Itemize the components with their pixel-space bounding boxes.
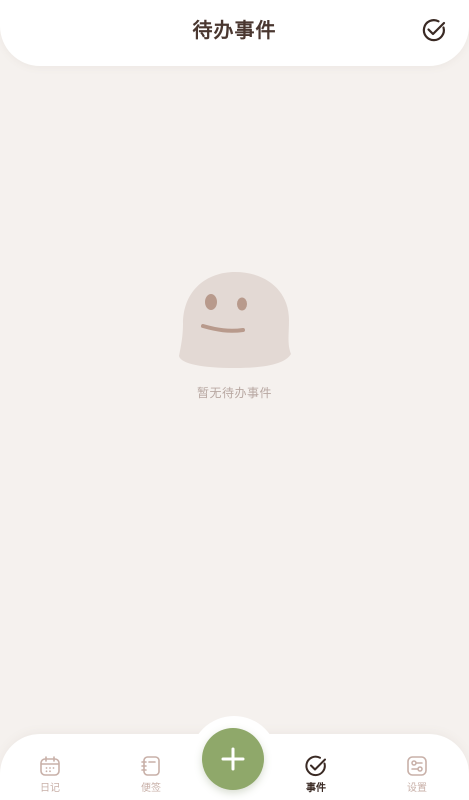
calendar-icon xyxy=(40,756,60,776)
tab-diary[interactable]: 日记 xyxy=(20,754,80,794)
tab-notes[interactable]: 便签 xyxy=(121,754,181,794)
plus-icon xyxy=(221,747,245,771)
tab-settings-label: 设置 xyxy=(407,783,427,794)
empty-state-text: 暂无待办事件 xyxy=(196,386,272,400)
ghost-face-icon xyxy=(178,272,291,368)
add-event-button[interactable] xyxy=(202,728,264,790)
header-bar: 待办事件 xyxy=(0,0,469,66)
tab-settings[interactable]: 设置 xyxy=(387,754,447,794)
settings-toggle-icon xyxy=(407,756,427,776)
page-title: 待办事件 xyxy=(192,18,277,42)
app-root: 待办事件 暂无待办事件 日记 便签 事件 设置 xyxy=(0,0,469,800)
check-circle-icon[interactable] xyxy=(421,17,447,43)
tab-notes-label: 便签 xyxy=(141,783,161,794)
tab-events-label: 事件 xyxy=(306,783,326,794)
check-circle-icon xyxy=(305,755,326,777)
tab-diary-label: 日记 xyxy=(40,783,60,794)
notebook-icon xyxy=(141,756,160,776)
empty-state: 暂无待办事件 xyxy=(0,268,469,401)
tab-events[interactable]: 事件 xyxy=(286,754,346,794)
